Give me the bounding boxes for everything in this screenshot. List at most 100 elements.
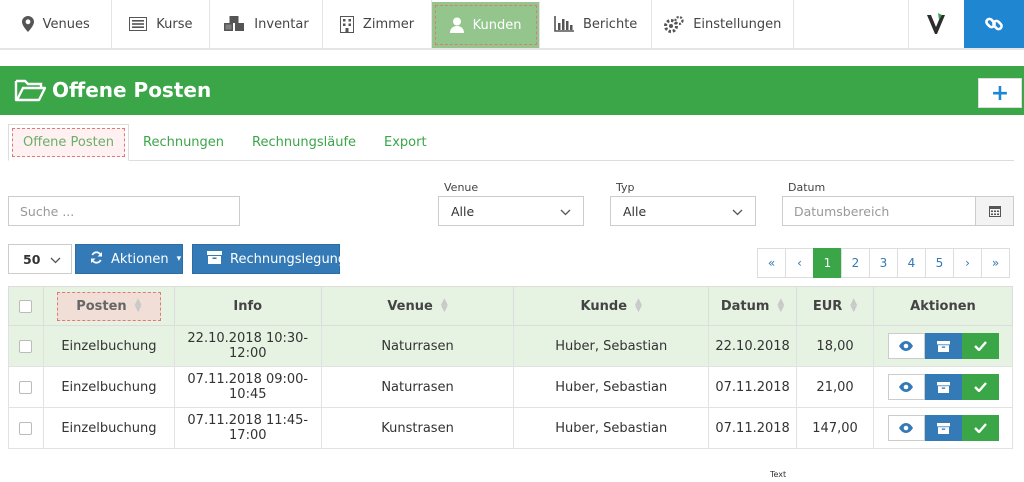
- eur-header-label: EUR: [812, 298, 843, 314]
- cell-posten: Einzelbuchung: [42, 407, 175, 449]
- archive-button[interactable]: [924, 333, 962, 359]
- page-last-button[interactable]: »: [981, 248, 1010, 278]
- table-row[interactable]: Einzelbuchung 07.11.2018 09:00-10:45 Nat…: [8, 366, 1013, 408]
- cell-eur: 21,00: [796, 366, 874, 408]
- cell-datum: 07.11.2018: [708, 407, 798, 449]
- nav-label: Inventar: [254, 16, 309, 32]
- column-header-venue[interactable]: Venue ▲ ▼: [320, 286, 515, 326]
- view-button[interactable]: [887, 374, 925, 400]
- archive-icon: [207, 250, 222, 268]
- cell-aktionen: [873, 407, 1013, 449]
- confirm-button[interactable]: [961, 333, 999, 359]
- cell-kunde: Huber, Sebastian: [513, 407, 710, 449]
- cell-aktionen: [873, 366, 1013, 408]
- datum-header-label: Datum: [720, 298, 770, 314]
- typ-select[interactable]: Alle: [610, 196, 756, 226]
- typ-select-value: Alle: [623, 203, 647, 219]
- page-5-button[interactable]: 5: [925, 248, 954, 278]
- nav-item-inventar[interactable]: Inventar: [210, 0, 323, 48]
- tab-offene-posten[interactable]: Offene Posten: [8, 124, 129, 161]
- confirm-button[interactable]: [961, 415, 999, 441]
- archive-button[interactable]: [924, 374, 962, 400]
- nav-label: Kunden: [472, 17, 522, 33]
- refresh-icon: [90, 250, 103, 268]
- venue-select[interactable]: Alle: [438, 196, 584, 226]
- bar-chart-icon: [554, 16, 574, 32]
- page-2-button[interactable]: 2: [841, 248, 870, 278]
- archive-icon: [936, 422, 950, 434]
- nav-item-venues[interactable]: Venues: [0, 0, 113, 48]
- column-header-kunde[interactable]: Kunde ▲ ▼: [513, 286, 710, 326]
- check-icon: [973, 423, 987, 433]
- footer-text: Text: [770, 470, 787, 479]
- check-icon: [973, 341, 987, 351]
- select-all-cell: [8, 286, 44, 326]
- calendar-button[interactable]: [975, 196, 1014, 226]
- archive-icon: [936, 381, 950, 393]
- view-button[interactable]: [887, 333, 925, 359]
- view-button[interactable]: [887, 415, 925, 441]
- page-1-button[interactable]: 1: [813, 248, 842, 278]
- cell-info: 07.11.2018 11:45-17:00: [173, 407, 322, 449]
- chevron-down-icon: [560, 204, 571, 219]
- add-button[interactable]: +: [978, 78, 1022, 108]
- nav-item-zimmer[interactable]: Zimmer: [323, 0, 433, 48]
- page-first-button[interactable]: «: [757, 248, 786, 278]
- column-header-aktionen: Aktionen: [873, 286, 1013, 326]
- confirm-button[interactable]: [961, 374, 999, 400]
- cell-kunde: Huber, Sebastian: [513, 366, 710, 408]
- folder-open-icon: [14, 78, 47, 106]
- rechnungslegung-label: Rechnungslegung: [230, 251, 347, 267]
- row-checkbox[interactable]: [19, 421, 33, 435]
- nav-item-kurse[interactable]: Kurse: [112, 0, 211, 48]
- sort-icon: ▲ ▼: [134, 297, 142, 314]
- building-icon: [339, 15, 354, 33]
- nav-label: Zimmer: [362, 16, 415, 32]
- link-button[interactable]: [964, 0, 1024, 48]
- date-range-input[interactable]: Datumsbereich: [782, 196, 976, 226]
- table-row[interactable]: Einzelbuchung 22.10.2018 10:30-12:00 Nat…: [8, 325, 1013, 367]
- nav-item-berichte[interactable]: Berichte: [540, 0, 653, 48]
- per-page-value: 50: [23, 251, 41, 267]
- gears-icon: [664, 15, 684, 33]
- rechnungslegung-button[interactable]: Rechnungslegung: [192, 244, 346, 274]
- tab-rechnungslaeufe[interactable]: Rechnungsläufe: [238, 124, 370, 161]
- aktionen-button[interactable]: Aktionen ▾: [75, 244, 183, 274]
- row-select-cell: [8, 325, 44, 367]
- venue-header-label: Venue: [387, 298, 433, 314]
- row-select-cell: [8, 407, 44, 449]
- nav-label: Kurse: [156, 16, 193, 32]
- tab-bar: Offene Posten Rechnungen Rechnungsläufe …: [8, 124, 1014, 161]
- per-page-select[interactable]: 50: [8, 244, 72, 274]
- sort-icon: ▲ ▼: [635, 297, 642, 314]
- row-select-cell: [8, 366, 44, 408]
- archive-button[interactable]: [924, 415, 962, 441]
- tab-export[interactable]: Export: [370, 124, 441, 161]
- search-input[interactable]: Suche ...: [8, 196, 240, 226]
- page-title: Offene Posten: [52, 78, 212, 102]
- brand-logo[interactable]: [907, 0, 965, 48]
- column-header-eur[interactable]: EUR ▲ ▼: [796, 286, 874, 326]
- row-checkbox[interactable]: [19, 339, 33, 353]
- nav-item-kunden[interactable]: Kunden: [432, 2, 540, 48]
- page-prev-button[interactable]: ‹: [785, 248, 814, 278]
- column-header-datum[interactable]: Datum ▲ ▼: [708, 286, 798, 326]
- table-row[interactable]: Einzelbuchung 07.11.2018 11:45-17:00 Kun…: [8, 407, 1013, 449]
- select-all-checkbox[interactable]: [19, 299, 33, 313]
- sort-icon: ▲ ▼: [850, 297, 858, 314]
- page-3-button[interactable]: 3: [869, 248, 898, 278]
- row-checkbox[interactable]: [19, 380, 33, 394]
- page-4-button[interactable]: 4: [897, 248, 926, 278]
- page-next-button[interactable]: ›: [953, 248, 982, 278]
- user-icon: [449, 17, 464, 33]
- typ-label: Typ: [616, 181, 635, 194]
- tab-rechnungen[interactable]: Rechnungen: [129, 124, 238, 161]
- column-header-posten[interactable]: Posten ▲ ▼: [42, 286, 175, 326]
- nav-item-einstellungen[interactable]: Einstellungen: [652, 0, 795, 48]
- sort-icon: ▲ ▼: [777, 297, 785, 314]
- kunde-header-label: Kunde: [580, 298, 628, 314]
- row-actions: [887, 374, 999, 400]
- aktionen-label: Aktionen: [111, 251, 169, 267]
- logo-icon: [927, 13, 946, 34]
